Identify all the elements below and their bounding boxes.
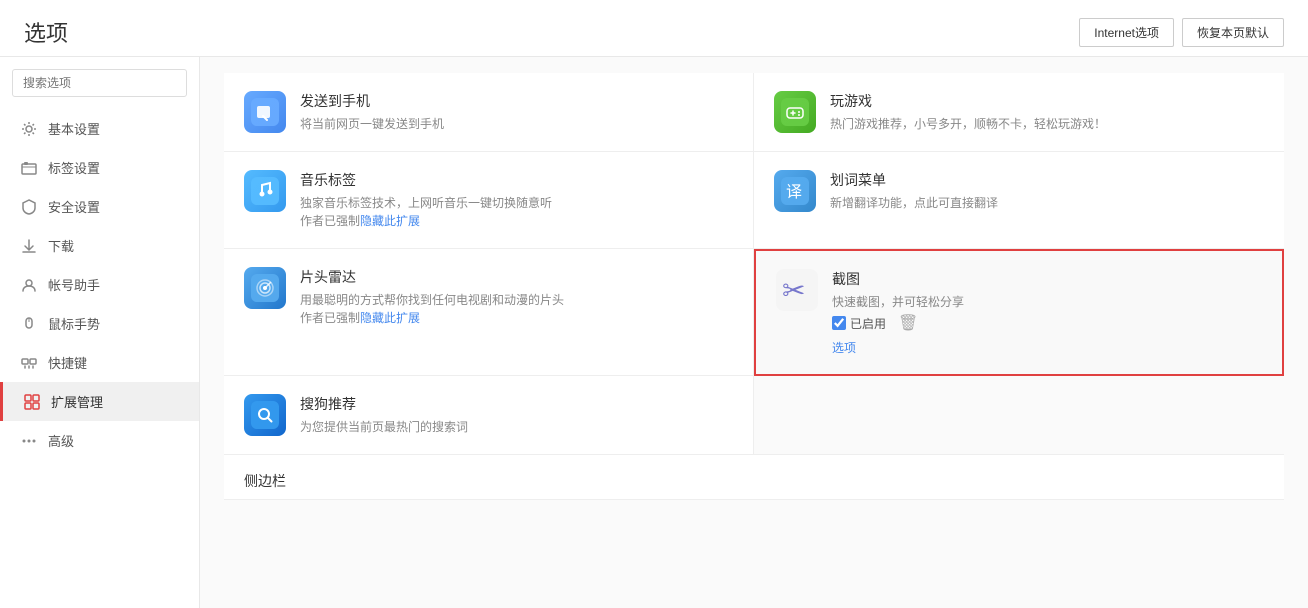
ext-desc-translate: 新增翻译功能，点此可直接翻译 xyxy=(830,194,1264,212)
sidebar-item-shortcut[interactable]: 快捷键 xyxy=(0,343,199,382)
ext-name-screenshot: 截图 xyxy=(832,269,1262,289)
ext-icon-play-games xyxy=(774,91,816,133)
ext-desc-text: 将当前网页一键发送到手机 xyxy=(300,117,444,131)
ext-info-radar: 片头雷达 用最聪明的方式帮你找到任何电视剧和动漫的片头作者已强制隐藏此扩展 xyxy=(300,267,733,327)
options-page: 选项 Internet选项 恢复本页默认 基本设置 标签设置 安全设置 下载 帐… xyxy=(0,0,1308,608)
ext-desc-music-tag: 独家音乐标签技术，上网听音乐一键切换随意听作者已强制隐藏此扩展 xyxy=(300,194,733,230)
sidebar-item-advanced[interactable]: 高级 xyxy=(0,421,199,460)
sidebar-section-label: 侧边栏 xyxy=(224,455,1284,500)
ext-actions: 已启用 🗑 xyxy=(832,313,1262,333)
tabs-icon xyxy=(20,159,38,177)
sidebar-item-basic[interactable]: 基本设置 xyxy=(0,109,199,148)
sidebar-item-label: 标签设置 xyxy=(48,158,100,177)
sidebar-item-label: 高级 xyxy=(48,431,74,450)
basic-icon xyxy=(20,120,38,138)
mouse-icon xyxy=(20,315,38,333)
sidebar-item-mouse[interactable]: 鼠标手势 xyxy=(0,304,199,343)
sidebar-item-security[interactable]: 安全设置 xyxy=(0,187,199,226)
ext-desc-text: 独家音乐标签技术，上网听音乐一键切换随意听 xyxy=(300,196,552,210)
ext-info-music-tag: 音乐标签 独家音乐标签技术，上网听音乐一键切换随意听作者已强制隐藏此扩展 xyxy=(300,170,733,230)
ext-desc-text: 快速截图，并可轻松分享 xyxy=(832,295,964,309)
svg-text:译: 译 xyxy=(786,183,802,201)
ext-desc-text: 用最聪明的方式帮你找到任何电视剧和动漫的片头 xyxy=(300,293,564,307)
sidebar-item-label: 扩展管理 xyxy=(51,392,103,411)
internet-options-button[interactable]: Internet选项 xyxy=(1079,18,1174,47)
ext-icon-radar xyxy=(244,267,286,309)
ext-desc-play-games: 热门游戏推荐，小号多开，顺畅不卡，轻松玩游戏！ xyxy=(830,115,1264,133)
ext-name-play-games: 玩游戏 xyxy=(830,91,1264,111)
ext-icon-translate: 译 xyxy=(774,170,816,212)
ext-hidden-text: 作者已强制 xyxy=(300,311,360,325)
sidebar-item-tabs[interactable]: 标签设置 xyxy=(0,148,199,187)
ext-name-music-tag: 音乐标签 xyxy=(300,170,733,190)
ext-desc-text: 为您提供当前页最热门的搜索词 xyxy=(300,420,468,434)
sidebar-item-label: 快捷键 xyxy=(48,353,87,372)
extensions-icon xyxy=(23,393,41,411)
extension-item-radar: 片头雷达 用最聪明的方式帮你找到任何电视剧和动漫的片头作者已强制隐藏此扩展 xyxy=(224,249,754,376)
ext-desc-text: 新增翻译功能，点此可直接翻译 xyxy=(830,196,998,210)
sidebar-item-account[interactable]: 帐号助手 xyxy=(0,265,199,304)
ext-delete-button[interactable]: 🗑 xyxy=(898,313,918,333)
ext-name-radar: 片头雷达 xyxy=(300,267,733,287)
content-area: 发送到手机 将当前网页一键发送到手机 玩游戏 热门游戏推荐，小号多开，顺畅不卡，… xyxy=(200,57,1308,608)
svg-text:✂: ✂ xyxy=(782,275,805,306)
ext-desc-screenshot: 快速截图，并可轻松分享 xyxy=(832,293,1262,311)
ext-info-translate: 划词菜单 新增翻译功能，点此可直接翻译 xyxy=(830,170,1264,212)
sidebar: 基本设置 标签设置 安全设置 下载 帐号助手 鼠标手势 快捷键 扩展管理 高级 xyxy=(0,57,200,608)
extension-item-screenshot: ✂ 截图 快速截图，并可轻松分享 已启用 🗑 选项 xyxy=(754,249,1284,376)
advanced-icon xyxy=(20,432,38,450)
ext-desc-radar: 用最聪明的方式帮你找到任何电视剧和动漫的片头作者已强制隐藏此扩展 xyxy=(300,291,733,327)
ext-hidden-link[interactable]: 隐藏此扩展 xyxy=(360,311,420,325)
search-input[interactable] xyxy=(12,69,187,97)
ext-info-send-to-phone: 发送到手机 将当前网页一键发送到手机 xyxy=(300,91,733,133)
sidebar-item-extensions[interactable]: 扩展管理 xyxy=(0,382,199,421)
ext-name-sougou-recommend: 搜狗推荐 xyxy=(300,394,733,414)
extension-item-music-tag: 音乐标签 独家音乐标签技术，上网听音乐一键切换随意听作者已强制隐藏此扩展 xyxy=(224,152,754,249)
ext-name-translate: 划词菜单 xyxy=(830,170,1264,190)
search-box xyxy=(12,69,187,97)
ext-name-send-to-phone: 发送到手机 xyxy=(300,91,733,111)
sidebar-item-download[interactable]: 下载 xyxy=(0,226,199,265)
sidebar-item-label: 基本设置 xyxy=(48,119,100,138)
ext-icon-screenshot: ✂ xyxy=(776,269,818,311)
ext-hidden-text: 作者已强制 xyxy=(300,214,360,228)
ext-desc-sougou-recommend: 为您提供当前页最热门的搜索词 xyxy=(300,418,733,436)
sidebar-item-label: 下载 xyxy=(48,236,74,255)
shortcut-icon xyxy=(20,354,38,372)
ext-enabled-area: 已启用 xyxy=(832,315,886,332)
ext-icon-music-tag xyxy=(244,170,286,212)
security-icon xyxy=(20,198,38,216)
ext-info-sougou-recommend: 搜狗推荐 为您提供当前页最热门的搜索词 xyxy=(300,394,733,436)
account-icon xyxy=(20,276,38,294)
ext-info-screenshot: 截图 快速截图，并可轻松分享 已启用 🗑 选项 xyxy=(832,269,1262,356)
ext-desc-text: 热门游戏推荐，小号多开，顺畅不卡，轻松玩游戏！ xyxy=(830,117,1106,131)
restore-default-button[interactable]: 恢复本页默认 xyxy=(1182,18,1284,47)
ext-desc-send-to-phone: 将当前网页一键发送到手机 xyxy=(300,115,733,133)
sidebar-item-label: 帐号助手 xyxy=(48,275,100,294)
main-layout: 基本设置 标签设置 安全设置 下载 帐号助手 鼠标手势 快捷键 扩展管理 高级 xyxy=(0,57,1308,608)
extension-item-play-games: 玩游戏 热门游戏推荐，小号多开，顺畅不卡，轻松玩游戏！ xyxy=(754,73,1284,152)
ext-icon-sougou-recommend xyxy=(244,394,286,436)
extension-item-translate: 译 划词菜单 新增翻译功能，点此可直接翻译 xyxy=(754,152,1284,249)
header-buttons: Internet选项 恢复本页默认 xyxy=(1079,18,1284,47)
ext-option-link[interactable]: 选项 xyxy=(832,339,1262,356)
header: 选项 Internet选项 恢复本页默认 xyxy=(0,0,1308,57)
sidebar-item-label: 安全设置 xyxy=(48,197,100,216)
ext-icon-send-to-phone xyxy=(244,91,286,133)
ext-enabled-label: 已启用 xyxy=(850,315,886,332)
ext-info-play-games: 玩游戏 热门游戏推荐，小号多开，顺畅不卡，轻松玩游戏！ xyxy=(830,91,1264,133)
ext-enabled-checkbox[interactable] xyxy=(832,316,846,330)
sidebar-item-label: 鼠标手势 xyxy=(48,314,100,333)
extension-item-send-to-phone: 发送到手机 将当前网页一键发送到手机 xyxy=(224,73,754,152)
page-title: 选项 xyxy=(24,16,68,48)
download-icon xyxy=(20,237,38,255)
extensions-grid: 发送到手机 将当前网页一键发送到手机 玩游戏 热门游戏推荐，小号多开，顺畅不卡，… xyxy=(224,73,1284,455)
extension-item-sougou-recommend: 搜狗推荐 为您提供当前页最热门的搜索词 xyxy=(224,376,754,455)
ext-hidden-link[interactable]: 隐藏此扩展 xyxy=(360,214,420,228)
